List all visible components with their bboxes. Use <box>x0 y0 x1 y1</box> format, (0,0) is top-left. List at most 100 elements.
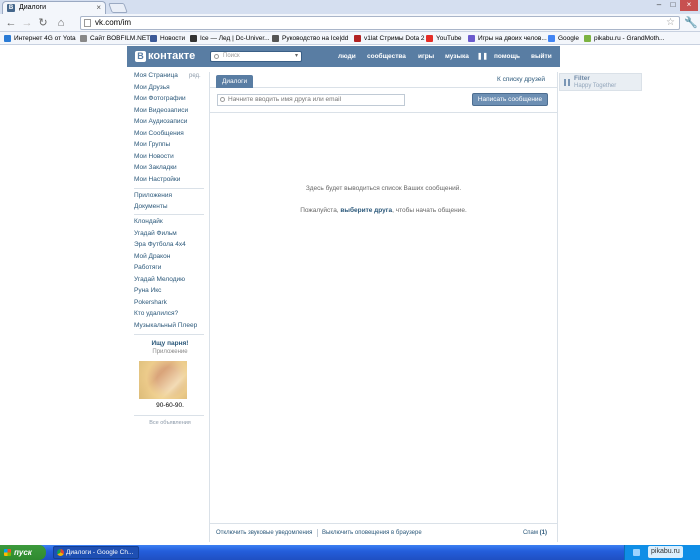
menu-divider <box>134 334 204 335</box>
address-url: vk.com/im <box>95 18 131 27</box>
new-tab-button[interactable] <box>108 3 128 13</box>
back-icon[interactable]: ← <box>4 16 18 30</box>
address-bar[interactable]: vk.com/im ☆ <box>80 16 680 30</box>
google-icon <box>548 35 555 42</box>
menu-my-friends[interactable]: Мои Друзья <box>134 84 170 91</box>
ad-divider <box>134 415 204 416</box>
tray-icon[interactable] <box>633 549 640 556</box>
bookmark-item[interactable]: Сайт BOBFILM.NET <box>80 33 150 44</box>
footer-divider <box>317 529 318 537</box>
reload-icon[interactable]: ↻ <box>36 16 50 30</box>
bookmark-item[interactable]: Интернет 4G от Yota <box>4 33 76 44</box>
app-link[interactable]: Эра Футбола 4x4 <box>134 241 186 248</box>
empty-message: Здесь будет выводиться список Ваших сооб… <box>305 185 462 192</box>
menu-my-groups[interactable]: Мои Группы <box>134 141 170 148</box>
search-icon <box>220 97 225 102</box>
menu-my-messages[interactable]: Мои Сообщения <box>134 130 184 137</box>
write-message-button[interactable]: Написать сообщение <box>472 93 548 106</box>
app-link[interactable]: Кто удалился? <box>134 310 178 317</box>
home-icon[interactable]: ⌂ <box>54 16 68 30</box>
app-link[interactable]: Клондайк <box>134 218 163 225</box>
taskbar-item-chrome[interactable]: Диалоги - Google Ch... <box>53 546 139 559</box>
bookmark-favicon-icon <box>4 35 11 42</box>
browser-tab-title: Диалоги <box>19 4 47 11</box>
dialogs-panel: Диалоги К списку друзей Начните вводить … <box>209 72 558 542</box>
vk-header: Вконтакте Поиск ▾ люди сообщества игры м… <box>127 46 560 67</box>
ad-subtitle: Приложение <box>152 349 188 355</box>
menu-my-audio[interactable]: Мои Аудиозаписи <box>134 118 187 125</box>
play-pause-icon[interactable]: ❚❚ <box>477 46 488 67</box>
menu-my-news[interactable]: Мои Новости <box>134 153 174 160</box>
bookmark-item[interactable]: pikabu.ru - GrandMoth... <box>584 33 664 44</box>
vk-logo[interactable]: Вконтакте <box>135 50 195 63</box>
start-button[interactable]: пуск <box>0 545 46 560</box>
bookmark-favicon-icon <box>272 35 279 42</box>
ad-title[interactable]: Ищу парня! <box>131 340 209 347</box>
youtube-icon <box>426 35 433 42</box>
bookmark-favicon-icon <box>190 35 197 42</box>
nav-communities[interactable]: сообщества <box>367 46 406 67</box>
app-link[interactable]: Музыкальный Плеер <box>134 322 197 329</box>
maximize-icon[interactable]: □ <box>666 0 680 11</box>
watermark: pikabu.ru <box>648 546 683 558</box>
pause-icon[interactable] <box>564 79 570 86</box>
close-tab-icon[interactable]: × <box>96 2 101 13</box>
choose-friend-link[interactable]: выберите друга <box>340 207 392 214</box>
app-link[interactable]: Мой Дракон <box>134 253 170 260</box>
to-friends-list-link[interactable]: К списку друзей <box>497 76 545 83</box>
pikabu-icon <box>584 35 591 42</box>
app-link[interactable]: Руна Икс <box>134 287 161 294</box>
menu-my-bookmarks[interactable]: Мои Закладки <box>134 164 177 171</box>
bookmark-favicon-icon <box>468 35 475 42</box>
player-track: Happy Together <box>574 83 617 89</box>
ad-block[interactable]: Ищу парня! Приложение 90-60-90. Все объя… <box>131 340 209 426</box>
menu-documents[interactable]: Документы <box>134 203 168 210</box>
bookmark-star-icon[interactable]: ☆ <box>666 17 675 29</box>
nav-help[interactable]: помощь <box>494 46 520 67</box>
menu-my-videos[interactable]: Мои Видеозаписи <box>134 107 188 114</box>
nav-games[interactable]: игры <box>418 46 434 67</box>
minimize-icon[interactable]: – <box>652 0 666 11</box>
browser-tab[interactable]: B Диалоги × <box>2 1 106 14</box>
close-window-icon[interactable]: × <box>680 0 698 11</box>
disable-sound-link[interactable]: Отключить звуковые уведомления <box>216 524 312 542</box>
bookmark-item[interactable]: v1lat Стримы Dota 2 <box>354 33 425 44</box>
disable-browser-notifications-link[interactable]: Выключить оповещения в браузере <box>322 524 422 542</box>
menu-my-settings[interactable]: Мои Настройки <box>134 176 180 183</box>
ad-photo[interactable] <box>139 361 187 399</box>
bookmarks-bar: Интернет 4G от Yota Сайт BOBFILM.NET Нов… <box>0 32 700 45</box>
browser-toolbar: ← → ↻ ⌂ vk.com/im ☆ <box>0 14 700 32</box>
app-link[interactable]: Угадай Фильм <box>134 230 177 237</box>
nav-logout[interactable]: выйти <box>531 46 552 67</box>
app-link[interactable]: Pokershark <box>134 299 167 306</box>
player-artist: Filter <box>574 75 590 82</box>
bookmark-item[interactable]: Google <box>548 33 579 44</box>
taskbar: пуск Диалоги - Google Ch... <box>0 545 700 560</box>
app-link[interactable]: Работяги <box>134 264 161 271</box>
forward-icon[interactable]: → <box>20 16 34 30</box>
app-link[interactable]: Угадай Мелодию <box>134 276 185 283</box>
dialogs-tab-row: Диалоги К списку друзей <box>210 72 557 88</box>
all-ads-link[interactable]: Все объявления <box>131 420 209 426</box>
bookmark-item[interactable]: Ice — Лед | Dc-Univer... <box>190 33 270 44</box>
friend-search-input[interactable]: Начните вводить имя друга или email <box>217 94 405 106</box>
dropdown-arrow-icon[interactable]: ▾ <box>295 52 298 61</box>
vk-search-input[interactable]: Поиск ▾ <box>210 51 302 62</box>
bookmark-item[interactable]: Новости <box>150 33 185 44</box>
edit-menu-link[interactable]: ред. <box>189 73 201 79</box>
chrome-icon <box>57 549 64 556</box>
menu-apps[interactable]: Приложения <box>134 192 172 199</box>
bookmark-item[interactable]: Руководство на Ice|dd <box>272 33 348 44</box>
nav-people[interactable]: люди <box>338 46 356 67</box>
spam-link[interactable]: Спам (1) <box>523 524 547 542</box>
menu-my-page[interactable]: Моя Страница <box>134 72 178 79</box>
mini-player[interactable]: Filter Happy Together <box>559 73 642 91</box>
menu-divider <box>134 188 204 189</box>
bookmark-favicon-icon <box>354 35 361 42</box>
tab-dialogs[interactable]: Диалоги <box>216 75 254 88</box>
bookmark-item[interactable]: YouTube <box>426 33 462 44</box>
wrench-menu-icon[interactable]: 🔧 <box>684 16 698 29</box>
menu-my-photos[interactable]: Мои Фотографии <box>134 95 186 102</box>
nav-music[interactable]: музыка <box>445 46 469 67</box>
bookmark-item[interactable]: Игры на двоих челов... <box>468 33 547 44</box>
